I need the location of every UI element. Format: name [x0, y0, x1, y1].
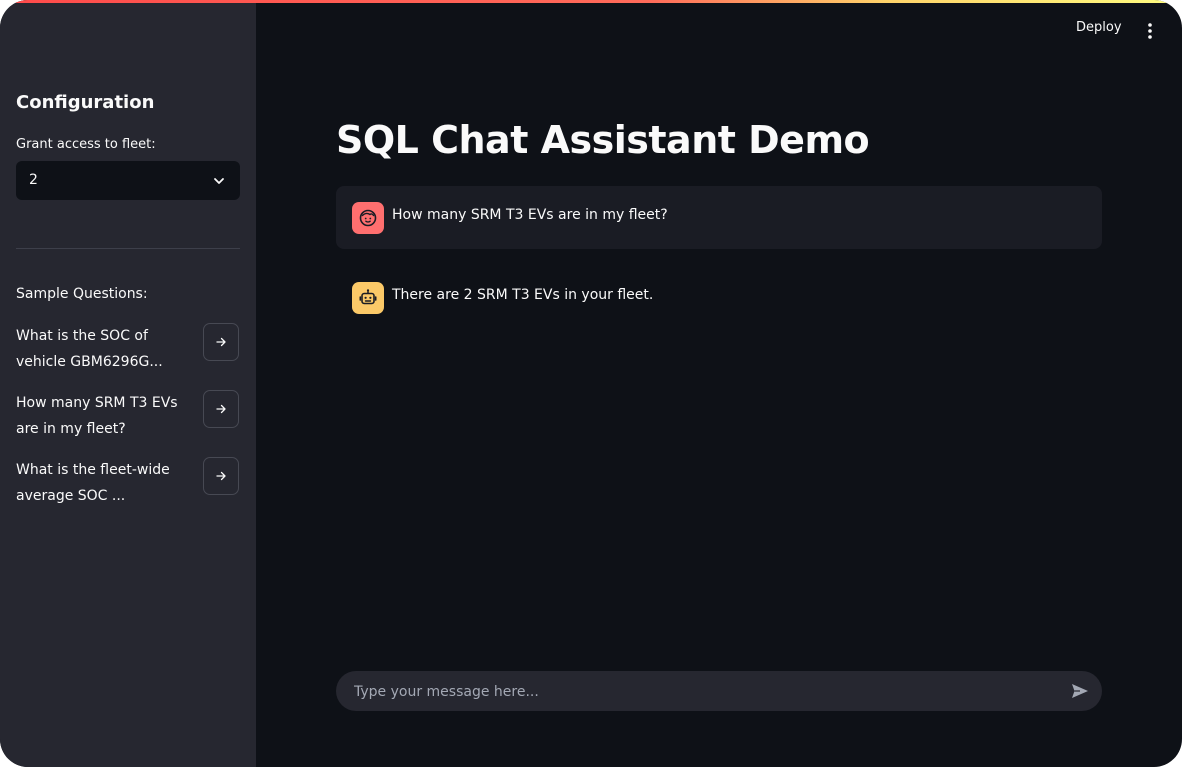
page-title: SQL Chat Assistant Demo: [336, 118, 870, 162]
arrow-right-icon: [216, 471, 226, 481]
app-window: Configuration Grant access to fleet: 2 S…: [0, 0, 1182, 767]
chat-message-user: How many SRM T3 EVs are in my fleet?: [336, 186, 1102, 249]
kebab-menu-icon[interactable]: [1140, 21, 1160, 41]
sidebar-title: Configuration: [16, 92, 155, 113]
ask-question-button[interactable]: [203, 323, 239, 361]
chat-message-text: There are 2 SRM T3 EVs in your fleet.: [392, 287, 654, 303]
fleet-select-value: 2: [29, 172, 38, 188]
chevron-down-icon: [214, 178, 224, 184]
user-face-icon: [359, 209, 377, 227]
robot-icon: [359, 289, 377, 305]
arrow-right-icon: [216, 337, 226, 347]
sample-question-item: What is the fleet-wide average SOC ...: [16, 457, 240, 509]
sample-question-text: What is the fleet-wide average SOC ...: [16, 462, 170, 504]
user-avatar: [352, 202, 384, 234]
top-decoration-bar: [0, 0, 1182, 3]
arrow-right-icon: [216, 404, 226, 414]
chat-message-assistant: There are 2 SRM T3 EVs in your fleet.: [336, 266, 1102, 329]
fleet-select[interactable]: 2: [16, 161, 240, 200]
chat-input-container: [336, 671, 1102, 713]
ask-question-button[interactable]: [203, 457, 239, 495]
fleet-select-label: Grant access to fleet:: [16, 137, 156, 152]
sample-question-item: What is the SOC of vehicle GBM6296G...: [16, 323, 240, 375]
chat-message-input[interactable]: [352, 671, 1056, 713]
deploy-button[interactable]: Deploy: [1076, 20, 1122, 35]
chat-message-text: How many SRM T3 EVs are in my fleet?: [392, 207, 668, 223]
ask-question-button[interactable]: [203, 390, 239, 428]
sidebar: Configuration Grant access to fleet: 2 S…: [0, 0, 256, 767]
sample-question-text: What is the SOC of vehicle GBM6296G...: [16, 328, 163, 370]
assistant-avatar: [352, 282, 384, 314]
sample-question-text: How many SRM T3 EVs are in my fleet?: [16, 395, 178, 437]
send-icon[interactable]: [1070, 681, 1090, 701]
sample-question-item: How many SRM T3 EVs are in my fleet?: [16, 390, 240, 442]
sample-questions-title: Sample Questions:: [16, 286, 148, 302]
sidebar-divider: [16, 248, 240, 249]
